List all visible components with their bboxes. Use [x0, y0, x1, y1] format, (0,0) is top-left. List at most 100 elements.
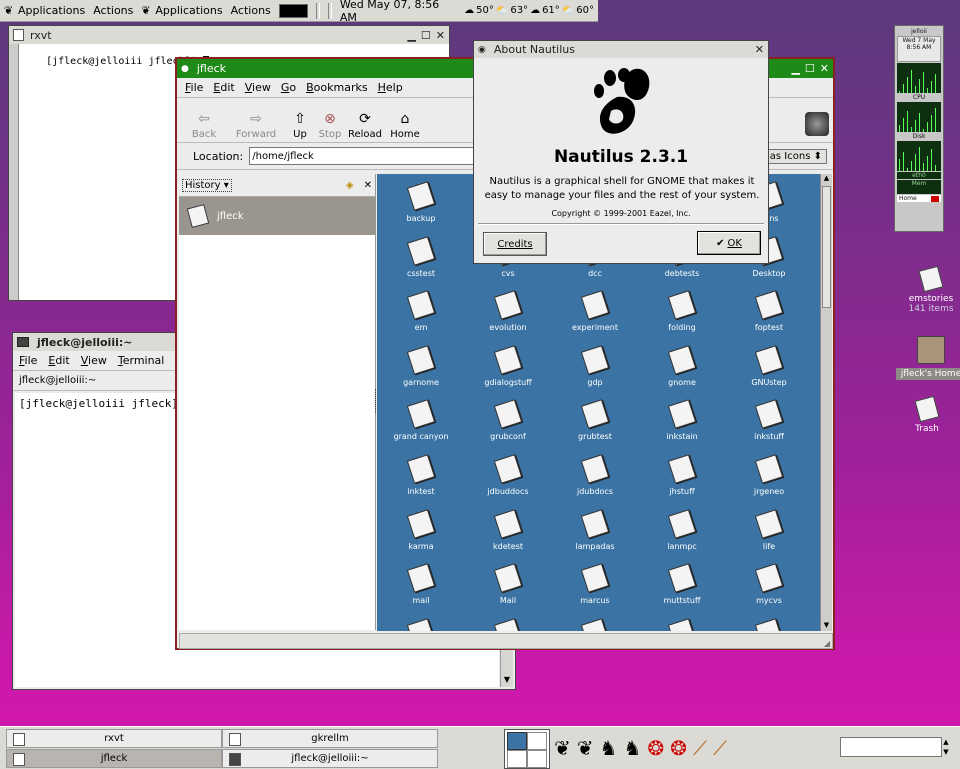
file-icon-item[interactable]: grand canyon	[381, 399, 461, 441]
file-icon-item[interactable]: inkstuff	[729, 399, 809, 441]
home-button[interactable]: ⌂ Home	[385, 109, 425, 140]
task-rxvt[interactable]: rxvt	[6, 729, 222, 748]
task-gkrellm[interactable]: gkrellm	[222, 729, 438, 748]
sidebar-tag-icon[interactable]: ◈	[346, 180, 354, 191]
menu-terminal[interactable]: Terminal	[118, 354, 165, 367]
file-icon-item[interactable]: inktest	[381, 454, 461, 496]
task-jfleck[interactable]: jfleck	[6, 749, 222, 768]
menu-help[interactable]: Help	[378, 81, 403, 94]
file-icon-item[interactable]: grubconf	[468, 399, 548, 441]
workspace-switcher[interactable]	[504, 729, 550, 769]
task-terminal[interactable]: jfleck@jelloiii:~	[222, 749, 438, 768]
credits-button[interactable]: Credits	[483, 232, 547, 256]
file-icon-item[interactable]: karma	[381, 508, 461, 551]
menu-view[interactable]: View	[245, 81, 271, 94]
icon-view-scrollbar[interactable]: ▲ ▼	[820, 174, 832, 631]
workspace-1[interactable]	[507, 732, 527, 750]
menu-file[interactable]: File	[19, 354, 37, 367]
reload-button[interactable]: ⟳ Reload	[345, 109, 385, 140]
command-stepper-icon[interactable]: ▲ ▼	[940, 737, 952, 757]
clock[interactable]: Wed May 07, 8:56 AM	[340, 0, 456, 24]
file-icon-item[interactable]: gdialogstuff	[468, 344, 548, 387]
file-icon-item[interactable]: em	[381, 290, 461, 332]
help-lifebuoy-icon[interactable]: ❂	[670, 727, 687, 769]
ok-button[interactable]: ✔ OK	[697, 231, 761, 255]
file-icon-item[interactable]: experiment	[555, 290, 635, 332]
file-icon-item-partial[interactable]	[555, 617, 635, 631]
terminal-launcher-icon[interactable]: ⟋	[713, 727, 727, 769]
sidebar-close-icon[interactable]: ✕	[364, 180, 372, 191]
gnu-launcher-icon[interactable]: ♞	[600, 727, 618, 769]
weather-applet[interactable]: ☁ 50° ⛅ 63° ☁ 61° ⛅ 60°	[464, 5, 594, 16]
file-icon-item[interactable]: jdbuddocs	[468, 454, 548, 496]
file-icon-item[interactable]: GNUstep	[729, 344, 809, 387]
file-icon-item[interactable]: folding	[642, 290, 722, 332]
file-icon-item[interactable]: muttstuff	[642, 563, 722, 605]
file-icon-item[interactable]: lanmpc	[642, 508, 722, 551]
menu-go[interactable]: Go	[281, 81, 296, 94]
sidebar-item-jfleck[interactable]: jfleck	[179, 197, 375, 235]
desktop-icon-trash[interactable]: Trash	[892, 395, 960, 434]
resize-grip-icon[interactable]: ◢	[824, 639, 830, 648]
gkrellm-monitor[interactable]: jelloii Wed 7 May 8:56 AM CPU Disk eth0 …	[894, 25, 944, 232]
file-icon-item[interactable]: kdetest	[468, 508, 548, 551]
terminal-launcher-icon[interactable]: ⟋	[693, 727, 707, 769]
file-icon-item-partial[interactable]	[642, 617, 722, 631]
workspace-applet[interactable]	[278, 3, 308, 18]
file-icon-item[interactable]: mycvs	[729, 563, 809, 605]
file-icon-item-partial[interactable]	[468, 617, 548, 631]
actions-menu-2[interactable]: Actions	[231, 4, 271, 17]
file-icon-item[interactable]: inkstain	[642, 399, 722, 441]
file-icon-item-partial[interactable]	[381, 617, 461, 631]
file-icon-item[interactable]: csstest	[381, 235, 461, 278]
rxvt-titlebar[interactable]: rxvt ▁ ☐ ✕	[9, 26, 449, 44]
scroll-down-arrow-icon[interactable]: ▼	[501, 675, 513, 687]
file-icon-item[interactable]: Mail	[468, 563, 548, 605]
stop-button[interactable]: ⊗ Stop	[315, 109, 345, 140]
back-button[interactable]: ⇦ Back	[181, 109, 227, 140]
menu-edit[interactable]: Edit	[213, 81, 234, 94]
close-icon[interactable]: ✕	[755, 43, 764, 56]
close-icon[interactable]: ✕	[820, 62, 829, 75]
menu-bookmarks[interactable]: Bookmarks	[306, 81, 367, 94]
file-icon-item[interactable]: garnome	[381, 344, 461, 387]
gnome-foot-launcher-icon[interactable]: ❦	[577, 727, 594, 769]
gnu-launcher-icon[interactable]: ♞	[623, 727, 641, 769]
scroll-down-arrow-icon[interactable]: ▼	[821, 621, 832, 631]
sidebar-selector[interactable]: History ▾	[182, 178, 232, 192]
workspace-2[interactable]	[527, 732, 547, 750]
file-icon-item-partial[interactable]	[729, 617, 809, 631]
applications-menu-2[interactable]: ❦ Applications	[141, 4, 222, 17]
minimize-icon[interactable]: ▁	[791, 62, 799, 75]
maximize-icon[interactable]: ☐	[805, 62, 815, 75]
command-input[interactable]	[840, 737, 942, 757]
workspace-4[interactable]	[527, 750, 547, 768]
file-icon-item[interactable]: jhstuff	[642, 454, 722, 496]
menu-file[interactable]: File	[185, 81, 203, 94]
actions-menu[interactable]: Actions	[93, 4, 133, 17]
about-titlebar[interactable]: ◉ About Nautilus ✕	[474, 41, 768, 58]
file-icon-item[interactable]: jdubdocs	[555, 454, 635, 496]
file-icon-item[interactable]: grubtest	[555, 399, 635, 441]
forward-button[interactable]: ⇨ Forward	[227, 109, 285, 140]
file-icon-item[interactable]: gnome	[642, 344, 722, 387]
applications-menu[interactable]: ❦ Applications	[4, 4, 85, 17]
up-button[interactable]: ⇧ Up	[285, 109, 315, 140]
file-icon-item[interactable]: jrgeneo	[729, 454, 809, 496]
workspace-3[interactable]	[507, 750, 527, 768]
file-icon-item[interactable]: gdp	[555, 344, 635, 387]
help-lifebuoy-icon[interactable]: ❂	[647, 727, 664, 769]
location-input[interactable]	[249, 147, 476, 165]
file-icon-item[interactable]: mail	[381, 563, 461, 605]
file-icon-item[interactable]: marcus	[555, 563, 635, 605]
file-icon-item[interactable]: backup	[381, 181, 461, 223]
minimize-icon[interactable]: ▁	[407, 29, 415, 42]
view-as-selector[interactable]: as Icons ⬍	[764, 148, 827, 164]
maximize-icon[interactable]: ☐	[421, 29, 431, 42]
desktop-icon-home[interactable]: jfleck's Home	[896, 336, 960, 380]
menu-view[interactable]: View	[81, 354, 107, 367]
close-icon[interactable]: ✕	[436, 29, 445, 42]
scroll-thumb[interactable]	[822, 186, 831, 308]
file-icon-item[interactable]: lampadas	[555, 508, 635, 551]
menu-edit[interactable]: Edit	[48, 354, 69, 367]
